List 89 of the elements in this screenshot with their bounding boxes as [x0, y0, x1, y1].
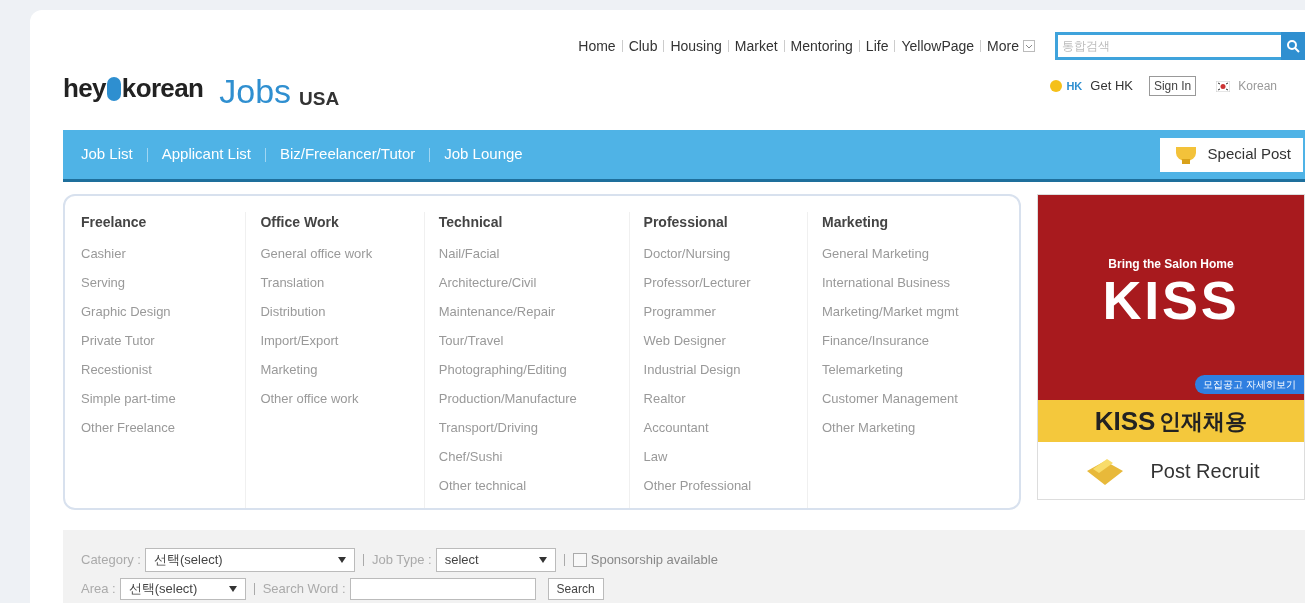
category-link[interactable]: Finance/Insurance: [821, 326, 1003, 355]
language-link[interactable]: Korean: [1238, 77, 1277, 95]
category-link[interactable]: Import/Export: [260, 326, 424, 355]
category-link[interactable]: Production/Manufacture: [438, 384, 629, 413]
category-link[interactable]: Private Tutor: [81, 326, 246, 355]
dropdown-icon: [338, 557, 346, 563]
ad-banner[interactable]: Bring the Salon Home KISS 모집공고 자세히보기: [1038, 195, 1304, 400]
category-link[interactable]: Customer Management: [821, 384, 1003, 413]
top-nav-link[interactable]: Life: [865, 35, 889, 57]
top-nav-link[interactable]: Club: [628, 35, 658, 57]
coin-icon: [1050, 80, 1063, 92]
category-link[interactable]: Professor/Lecturer: [643, 268, 807, 297]
sponsorship-checkbox[interactable]: [572, 553, 587, 567]
category-heading[interactable]: Technical: [438, 212, 629, 233]
dropdown-icon: [538, 557, 547, 563]
category-link[interactable]: Chef/Sushi: [438, 442, 629, 471]
category-select[interactable]: 선택(select): [145, 548, 355, 572]
category-heading[interactable]: Professional: [643, 212, 807, 233]
main-nav-link[interactable]: Biz/Freelancer/Tutor: [279, 143, 416, 166]
top-nav-link[interactable]: Housing: [670, 35, 722, 57]
heykorean-logo[interactable]: hey korean: [63, 69, 204, 108]
search-field[interactable]: 통합검색: [1055, 32, 1281, 60]
category-link[interactable]: Tour/Travel: [438, 326, 629, 355]
category-link[interactable]: Distribution: [260, 297, 424, 326]
category-link[interactable]: Other Freelance: [81, 413, 246, 442]
category-link[interactable]: Other Marketing: [821, 413, 1003, 442]
job-type-select[interactable]: select: [435, 548, 556, 572]
category-link[interactable]: Telemarketing: [821, 355, 1003, 384]
category-link[interactable]: Graphic Design: [81, 297, 246, 326]
category-link[interactable]: Realtor: [643, 384, 807, 413]
category-link[interactable]: Marketing: [260, 355, 424, 384]
category-label: Category :: [81, 551, 141, 570]
job-type-label: Job Type :: [372, 551, 432, 570]
category-link[interactable]: Architecture/Civil: [438, 268, 629, 297]
category-link[interactable]: Maintenance/Repair: [438, 297, 629, 326]
category-link[interactable]: Other Professional: [643, 471, 807, 500]
category-link[interactable]: Other office work: [260, 384, 424, 413]
search-word-label: Search Word :: [262, 580, 346, 599]
category-heading[interactable]: Marketing: [821, 212, 1003, 233]
main-nav-link[interactable]: Job List: [81, 143, 133, 166]
area-select[interactable]: 선택(select): [119, 578, 246, 600]
search-button[interactable]: Search: [547, 578, 604, 600]
category-link[interactable]: Marketing/Market mgmt: [821, 297, 1003, 326]
category-link[interactable]: Web Designer: [643, 326, 807, 355]
recruit-label: 인재채용: [1159, 407, 1248, 436]
category-link[interactable]: General Marketing: [821, 239, 1003, 268]
region-label: USA: [299, 89, 340, 108]
expand-icon[interactable]: [1023, 40, 1035, 52]
jobs-title: Jobs: [219, 74, 292, 108]
main-nav-link[interactable]: Job Lounge: [444, 143, 523, 166]
category-link[interactable]: Cashier: [81, 239, 246, 268]
flag-icon: [1216, 80, 1231, 92]
special-post-button[interactable]: Special Post: [1159, 137, 1303, 172]
ad-badge[interactable]: 모집공고 자세히보기: [1195, 375, 1304, 394]
points-label: HK: [1066, 78, 1083, 94]
category-link[interactable]: Other technical: [438, 471, 629, 500]
dropdown-icon: [228, 586, 237, 592]
category-link[interactable]: Programmer: [643, 297, 807, 326]
category-link[interactable]: Recestionist: [81, 355, 246, 384]
ad-tagline: Bring the Salon Home: [1108, 256, 1234, 273]
recruit-brand: KISS: [1094, 404, 1156, 438]
search-icon[interactable]: [1281, 32, 1305, 60]
category-link[interactable]: Serving: [81, 268, 246, 297]
category-link[interactable]: General office work: [260, 239, 424, 268]
top-nav-link[interactable]: Market: [734, 35, 778, 57]
top-nav-link[interactable]: Home: [578, 35, 616, 57]
top-nav-link[interactable]: More: [987, 35, 1019, 57]
category-link[interactable]: Accountant: [643, 413, 807, 442]
category-link[interactable]: Simple part-time: [81, 384, 246, 413]
search-word-field[interactable]: [349, 578, 536, 600]
category-link[interactable]: Doctor/Nursing: [643, 239, 807, 268]
category-heading[interactable]: Office Work: [260, 212, 424, 233]
category-link[interactable]: Industrial Design: [643, 355, 807, 384]
sponsorship-label: Sponsorship available: [590, 551, 718, 570]
category-link[interactable]: Photographing/Editing: [438, 355, 629, 384]
category-link[interactable]: Nail/Facial: [438, 239, 629, 268]
get-hk-link[interactable]: Get HK: [1090, 76, 1133, 96]
area-label: Area :: [81, 580, 116, 599]
main-nav-link[interactable]: Applicant List: [161, 143, 251, 166]
category-link[interactable]: Transport/Driving: [438, 413, 629, 442]
sign-in-button[interactable]: Sign In: [1148, 76, 1197, 96]
top-nav-link[interactable]: YellowPage: [901, 35, 975, 57]
category-link[interactable]: Translation: [260, 268, 424, 297]
category-link[interactable]: Law: [643, 442, 807, 471]
recruit-banner[interactable]: KISS 인재채용: [1038, 400, 1304, 442]
top-nav-link[interactable]: Mentoring: [790, 35, 853, 57]
ad-brand: KISS: [1102, 273, 1240, 327]
category-heading[interactable]: Freelance: [81, 212, 246, 233]
category-link[interactable]: International Business: [821, 268, 1003, 297]
